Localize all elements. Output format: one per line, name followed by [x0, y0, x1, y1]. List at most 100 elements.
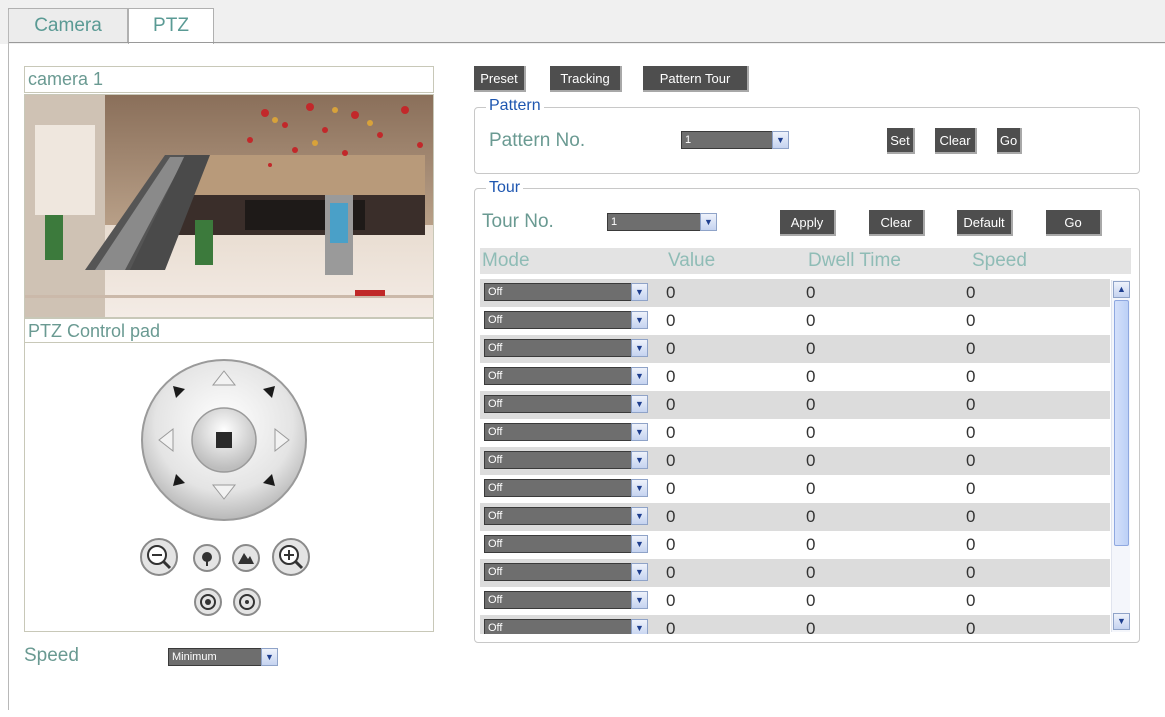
- col-dwell-time: Dwell Time: [808, 250, 901, 271]
- tour-go-button[interactable]: Go: [1046, 210, 1102, 236]
- speed-cell[interactable]: 0: [966, 619, 975, 634]
- dwell-time-cell[interactable]: 0: [806, 619, 815, 634]
- pan-up-button[interactable]: [209, 367, 239, 389]
- scroll-up-icon[interactable]: ▲: [1113, 281, 1130, 298]
- speed-cell[interactable]: 0: [966, 283, 975, 303]
- tour-scrollbar[interactable]: ▲ ▼: [1111, 280, 1130, 632]
- speed-cell[interactable]: 0: [966, 423, 975, 443]
- value-cell[interactable]: 0: [666, 591, 675, 611]
- pan-down-right-button[interactable]: [260, 471, 278, 489]
- pattern-clear-button[interactable]: Clear: [935, 128, 977, 154]
- speed-cell[interactable]: 0: [966, 339, 975, 359]
- zoom-in-icon: [272, 538, 310, 576]
- dwell-time-cell[interactable]: 0: [806, 451, 815, 471]
- table-row: Off ▼ 0 0 0: [480, 391, 1110, 419]
- speed-cell[interactable]: 0: [966, 451, 975, 471]
- stop-button[interactable]: [209, 425, 239, 455]
- dwell-time-cell[interactable]: 0: [806, 367, 815, 387]
- pan-up-left-button[interactable]: [170, 383, 188, 401]
- speed-cell[interactable]: 0: [966, 479, 975, 499]
- value-cell[interactable]: 0: [666, 507, 675, 527]
- mode-value: Off: [488, 286, 503, 298]
- value-cell[interactable]: 0: [666, 479, 675, 499]
- arrow-up-right-icon: [263, 386, 275, 398]
- pan-down-button[interactable]: [209, 481, 239, 503]
- tour-default-button[interactable]: Default: [957, 210, 1013, 236]
- col-speed: Speed: [972, 250, 1027, 271]
- tour-apply-button[interactable]: Apply: [780, 210, 836, 236]
- pan-left-button[interactable]: [155, 425, 177, 455]
- mode-select[interactable]: Off ▼: [484, 423, 648, 441]
- mode-value: Off: [488, 370, 503, 382]
- mode-select[interactable]: Off ▼: [484, 339, 648, 357]
- pan-down-left-button[interactable]: [170, 471, 188, 489]
- mode-select[interactable]: Off ▼: [484, 367, 648, 385]
- speed-label: Speed: [24, 645, 79, 666]
- pan-right-button[interactable]: [271, 425, 293, 455]
- dwell-time-cell[interactable]: 0: [806, 395, 815, 415]
- mode-select[interactable]: Off ▼: [484, 283, 648, 301]
- value-cell[interactable]: 0: [666, 535, 675, 555]
- mode-select[interactable]: Off ▼: [484, 507, 648, 525]
- pattern-go-button[interactable]: Go: [997, 128, 1022, 154]
- focus-far-button[interactable]: [231, 543, 261, 573]
- value-cell[interactable]: 0: [666, 451, 675, 471]
- pan-up-right-button[interactable]: [260, 383, 278, 401]
- iris-open-button[interactable]: [232, 587, 262, 617]
- tour-no-select[interactable]: 1 ▼: [607, 213, 717, 231]
- value-cell[interactable]: 0: [666, 563, 675, 583]
- pattern-tour-button[interactable]: Pattern Tour: [643, 66, 749, 92]
- mode-select[interactable]: Off ▼: [484, 311, 648, 329]
- dwell-time-cell[interactable]: 0: [806, 591, 815, 611]
- mode-select[interactable]: Off ▼: [484, 535, 648, 553]
- chevron-down-icon: ▼: [261, 648, 278, 666]
- triangle-down-icon: [211, 484, 237, 500]
- mode-select[interactable]: Off ▼: [484, 591, 648, 609]
- value-cell[interactable]: 0: [666, 423, 675, 443]
- value-cell[interactable]: 0: [666, 619, 675, 634]
- mode-value: Off: [488, 594, 503, 606]
- table-row: Off ▼ 0 0 0: [480, 279, 1110, 307]
- mode-select[interactable]: Off ▼: [484, 619, 648, 634]
- tab-ptz[interactable]: PTZ: [128, 8, 214, 44]
- zoom-out-button[interactable]: [139, 537, 179, 577]
- dwell-time-cell[interactable]: 0: [806, 339, 815, 359]
- iris-close-button[interactable]: [193, 587, 223, 617]
- tracking-button[interactable]: Tracking: [550, 66, 622, 92]
- pattern-set-button[interactable]: Set: [887, 128, 915, 154]
- value-cell[interactable]: 0: [666, 311, 675, 331]
- dwell-time-cell[interactable]: 0: [806, 283, 815, 303]
- speed-cell[interactable]: 0: [966, 535, 975, 555]
- tour-clear-button[interactable]: Clear: [869, 210, 925, 236]
- dwell-time-cell[interactable]: 0: [806, 563, 815, 583]
- triangle-left-icon: [158, 427, 174, 453]
- scroll-thumb[interactable]: [1114, 300, 1129, 546]
- mode-select[interactable]: Off ▼: [484, 479, 648, 497]
- focus-near-button[interactable]: [192, 543, 222, 573]
- flower-icon: [193, 544, 221, 572]
- speed-cell[interactable]: 0: [966, 507, 975, 527]
- speed-cell[interactable]: 0: [966, 311, 975, 331]
- scroll-down-icon[interactable]: ▼: [1113, 613, 1130, 630]
- mode-select[interactable]: Off ▼: [484, 451, 648, 469]
- speed-select[interactable]: Minimum ▼: [168, 648, 278, 666]
- tab-camera[interactable]: Camera: [8, 8, 128, 43]
- speed-cell[interactable]: 0: [966, 367, 975, 387]
- dwell-time-cell[interactable]: 0: [806, 479, 815, 499]
- zoom-in-button[interactable]: [271, 537, 311, 577]
- dwell-time-cell[interactable]: 0: [806, 311, 815, 331]
- speed-cell[interactable]: 0: [966, 591, 975, 611]
- dwell-time-cell[interactable]: 0: [806, 423, 815, 443]
- mode-select[interactable]: Off ▼: [484, 563, 648, 581]
- mode-select[interactable]: Off ▼: [484, 395, 648, 413]
- value-cell[interactable]: 0: [666, 395, 675, 415]
- pattern-no-select[interactable]: 1 ▼: [681, 131, 789, 149]
- speed-cell[interactable]: 0: [966, 563, 975, 583]
- value-cell[interactable]: 0: [666, 367, 675, 387]
- dwell-time-cell[interactable]: 0: [806, 507, 815, 527]
- value-cell[interactable]: 0: [666, 339, 675, 359]
- value-cell[interactable]: 0: [666, 283, 675, 303]
- dwell-time-cell[interactable]: 0: [806, 535, 815, 555]
- preset-button[interactable]: Preset: [474, 66, 526, 92]
- speed-cell[interactable]: 0: [966, 395, 975, 415]
